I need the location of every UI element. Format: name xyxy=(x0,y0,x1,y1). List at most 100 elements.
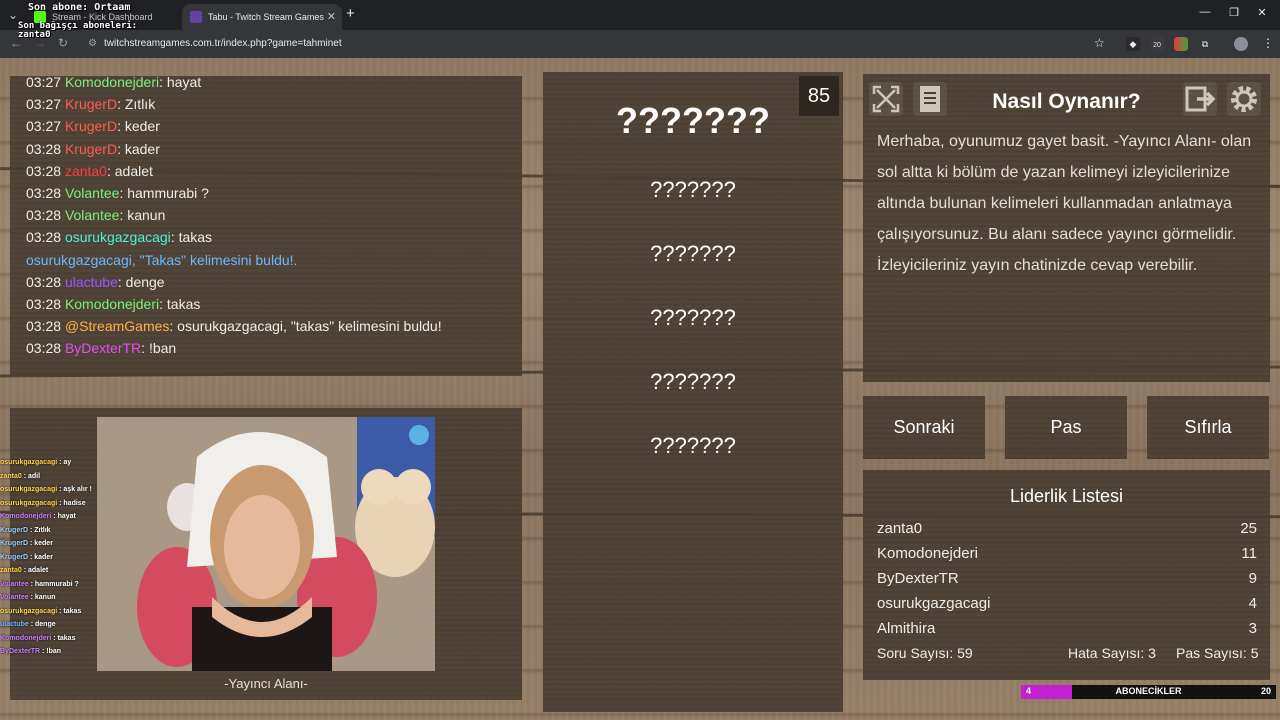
leaderboard-panel: Liderlik Listesi zanta0 25 Komodonejderi… xyxy=(863,470,1270,680)
overlay-chat-text: : denge xyxy=(28,621,56,628)
overlay-chat-user: KrugerD xyxy=(0,540,29,547)
extension-badge-icon[interactable]: 20 xyxy=(1150,37,1164,51)
overlay-chat-text: : !ban xyxy=(40,648,62,655)
last-subscriber-overlay: Son abone: Ortaam xyxy=(28,2,131,13)
chat-time: 03:28 xyxy=(26,140,62,157)
chat-message: 03:28 ulactube: denge xyxy=(26,274,165,290)
chat-text: : hammurabi ? xyxy=(119,185,209,201)
chat-username[interactable]: Volantee xyxy=(65,207,120,223)
overlay-chat-user: ulactube xyxy=(0,621,29,628)
chat-username[interactable]: ByDexterTR xyxy=(65,340,141,356)
overlay-chat-text: : ay xyxy=(57,459,72,466)
chat-message: 03:28 osurukgazgacagi: takas xyxy=(26,229,212,245)
profile-avatar[interactable] xyxy=(1234,37,1248,51)
overlay-chat-text: : adalet xyxy=(21,567,49,574)
overlay-chat-line: KrugerD : kader xyxy=(0,551,100,565)
new-tab-icon[interactable]: + xyxy=(346,5,355,22)
menu-kebab-icon[interactable]: ⋮ xyxy=(1262,36,1274,50)
chat-time: 03:28 xyxy=(26,229,62,246)
twitch-favicon-icon xyxy=(190,11,202,23)
overlay-chat-user: Komodonejderi xyxy=(0,634,52,642)
close-window-icon[interactable]: ✕ xyxy=(1252,6,1272,19)
chat-time: 03:28 xyxy=(26,273,62,290)
chat-text: : adalet xyxy=(106,162,153,179)
chat-message: 03:28 zanta0: adalet xyxy=(26,163,153,179)
overlay-chat-line: osurukgazgacagi : takas xyxy=(0,605,100,619)
tab-bar: ⌄ Stream - Kick Dashboard ✕ Tabu - Twitc… xyxy=(0,0,1280,30)
chat-username[interactable]: @StreamGames xyxy=(65,318,169,334)
chat-username[interactable]: KrugerD xyxy=(65,118,117,134)
overlay-chat-user: osurukgazgacagi xyxy=(0,486,58,493)
extension-badge-count: 20 xyxy=(1153,42,1161,49)
chat-username[interactable]: Volantee xyxy=(65,185,120,201)
exit-icon[interactable] xyxy=(1183,82,1217,116)
player-name: zanta0 xyxy=(877,520,923,537)
chat-message: 03:28 @StreamGames: osurukgazgacagi, "ta… xyxy=(26,318,442,334)
word-panel: 85 ??????? ??????? ??????? ??????? ?????… xyxy=(543,72,843,712)
next-button[interactable]: Sonraki xyxy=(863,396,985,459)
pass-button[interactable]: Pas xyxy=(1005,396,1127,459)
overlay-chat-text: : kanun xyxy=(28,594,56,601)
overlay-chat-user: osurukgazgacagi xyxy=(0,607,58,615)
overlay-chat-line: ulactube : denge xyxy=(0,618,100,632)
how-to-play-panel: Nasıl Oynanır? Merhaba, oyunumuz gayet b… xyxy=(863,74,1270,382)
overlay-chat-line: KrugerD : keder xyxy=(0,537,100,551)
chat-message: 03:28 Volantee: hammurabi ? xyxy=(26,185,209,201)
question-count: Soru Sayısı: 59 xyxy=(877,645,973,661)
overlay-chat-line: Volantee : kanun xyxy=(0,591,100,605)
chat-username[interactable]: ulactube xyxy=(65,274,118,290)
chat-username[interactable]: Komodonejderi xyxy=(65,76,159,90)
chat-message: 03:27 KrugerD: Zıtlık xyxy=(26,96,155,112)
chat-text: : hayat xyxy=(159,76,202,90)
chat-username[interactable]: KrugerD xyxy=(65,96,117,112)
chat-time: 03:28 xyxy=(26,340,62,357)
chat-message: 03:27 Komodonejderi: hayat xyxy=(26,76,201,90)
overlay-chat-line: Komodonejderi : hayat xyxy=(0,510,100,524)
leaderboard-title: Liderlik Listesi xyxy=(1009,486,1124,506)
overlay-chat-text: : takas xyxy=(57,607,82,615)
overlay-chat-user: KrugerD xyxy=(0,553,29,561)
overlay-chat-text: : keder xyxy=(28,540,53,547)
streamer-area-label: -Yayıncı Alanı- xyxy=(224,676,308,691)
settings-gear-icon[interactable] xyxy=(1227,82,1261,116)
overlay-chat-text: : Zıtlık xyxy=(28,526,51,534)
taboo-word: ??????? xyxy=(650,369,736,394)
overlay-chat-user: Komodonejderi xyxy=(0,513,52,520)
chat-username[interactable]: Komodonejderi xyxy=(65,296,159,312)
chat-text: : takas xyxy=(170,229,213,246)
minimize-icon[interactable]: — xyxy=(1195,6,1215,18)
chat-time: 03:28 xyxy=(26,185,62,201)
chat-text: : denge xyxy=(117,273,165,290)
close-icon[interactable]: ✕ xyxy=(327,4,336,30)
tab-twitch-stream-games[interactable]: Tabu - Twitch Stream Games ✕ xyxy=(182,4,342,30)
url-field[interactable]: twitchstreamgames.com.tr/index.php?game=… xyxy=(104,38,342,49)
bookmark-star-icon[interactable]: ☆ xyxy=(1094,36,1105,50)
chat-panel: 03:27 Komodonejderi: hayat 03:27 KrugerD:… xyxy=(10,76,522,376)
overlay-chat-line: osurukgazgacagi : ay xyxy=(0,456,100,470)
player-score: 9 xyxy=(1248,570,1257,587)
reset-button[interactable]: Sıfırla xyxy=(1147,396,1269,459)
chat-message: 03:28 ByDexterTR: !ban xyxy=(26,340,176,356)
overlay-chat-user: osurukgazgacagi xyxy=(0,459,58,466)
webcam-image xyxy=(97,417,435,671)
extensions-puzzle-icon[interactable]: ⧉ xyxy=(1198,37,1212,51)
extension-flag-icon[interactable] xyxy=(1174,37,1188,51)
overlay-chat-text: : aşk alır ! xyxy=(57,486,92,493)
chat-username[interactable]: zanta0 xyxy=(65,163,107,179)
extension-diamond-icon[interactable]: ◆ xyxy=(1126,37,1140,51)
player-score: 3 xyxy=(1248,620,1257,637)
chat-message: 03:27 KrugerD: keder xyxy=(26,118,160,134)
subs-label: ABONECİKLER xyxy=(1115,686,1182,696)
chat-text: : keder xyxy=(117,118,160,135)
chat-time: 03:28 xyxy=(26,318,62,335)
overlay-chat-user: KrugerD xyxy=(0,526,29,534)
restore-icon[interactable]: ❐ xyxy=(1224,6,1244,19)
taboo-word: ??????? xyxy=(650,305,736,330)
chat-username[interactable]: KrugerD xyxy=(65,141,117,157)
chat-username[interactable]: osurukgazgacagi xyxy=(65,229,171,245)
last-donor-overlay: Son bağışçı aboneleri: zanta0 xyxy=(18,22,137,40)
taboo-word: ??????? xyxy=(650,177,736,202)
donor-name: zanta0 xyxy=(18,30,51,40)
overlay-chat-text: : kader xyxy=(28,553,53,561)
chat-message: 03:28 KrugerD: kader xyxy=(26,141,160,157)
